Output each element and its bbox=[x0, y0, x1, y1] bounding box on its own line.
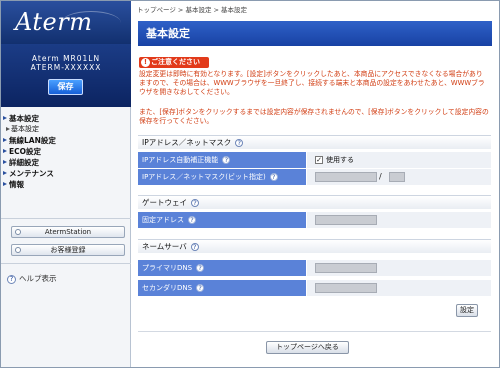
ip-auto-label: IPアドレス自動補正機能 bbox=[142, 156, 219, 164]
nav-item-advanced[interactable]: 詳細設定 bbox=[1, 157, 131, 168]
row-value: ✓ 使用する bbox=[307, 152, 491, 168]
row-label: IPアドレス／ネットマスク(ビット指定)? bbox=[138, 169, 306, 185]
dns-primary-label: プライマリDNS bbox=[142, 264, 193, 272]
nav-item-info[interactable]: 情報 bbox=[1, 179, 131, 190]
row-value: / bbox=[307, 169, 491, 185]
nav-item-label: メンテナンス bbox=[9, 169, 54, 178]
ip-address-input[interactable] bbox=[315, 172, 377, 182]
section-gateway-label: ゲートウェイ bbox=[142, 198, 187, 207]
nav-item-maintenance[interactable]: メンテナンス bbox=[1, 168, 131, 179]
help-icon[interactable]: ? bbox=[190, 243, 199, 251]
sidebar-divider bbox=[1, 218, 131, 219]
exclamation-icon: ! bbox=[141, 58, 150, 67]
back-to-top-button[interactable]: トップページへ戻る bbox=[266, 341, 349, 354]
row-ip-address: IPアドレス／ネットマスク(ビット指定)? / bbox=[138, 169, 491, 185]
section-gateway-heading: ゲートウェイ? bbox=[138, 195, 491, 209]
nav-arrow-icon bbox=[3, 171, 7, 175]
section-ip-label: IPアドレス／ネットマスク bbox=[142, 138, 232, 147]
ip-mask-separator: / bbox=[379, 172, 382, 181]
main-content: トップページ > 基本設定 > 基本設定 基本設定 ! ご注意ください 設定変更は… bbox=[133, 1, 499, 367]
caution-badge: ! ご注意ください bbox=[139, 57, 209, 68]
gateway-fixed-label: 固定アドレス bbox=[142, 216, 184, 224]
nav-item-label: 情報 bbox=[9, 180, 24, 189]
section-ip-heading: IPアドレス／ネットマスク? bbox=[138, 135, 491, 149]
customer-registration-label: お客様登録 bbox=[50, 246, 86, 254]
help-icon[interactable]: ? bbox=[191, 199, 199, 207]
help-icon: ? bbox=[7, 274, 16, 284]
nav-arrow-icon bbox=[3, 116, 7, 120]
notice-text: 設定変更は即時に有効となります。[設定]ボタンをクリックしたあと、本商品にアクセ… bbox=[139, 70, 485, 96]
breadcrumb: トップページ > 基本設定 > 基本設定 bbox=[137, 6, 248, 14]
row-ip-auto: IPアドレス自動補正機能? ✓ 使用する bbox=[138, 152, 491, 168]
dns-secondary-input[interactable] bbox=[315, 283, 377, 293]
row-label: IPアドレス自動補正機能? bbox=[138, 152, 306, 168]
page-title: 基本設定 bbox=[138, 21, 492, 46]
help-icon[interactable]: ? bbox=[222, 156, 231, 164]
row-dns-secondary: セカンダリDNS? bbox=[138, 280, 491, 296]
help-link[interactable]: ? ヘルプ表示 bbox=[7, 273, 57, 284]
help-icon[interactable]: ? bbox=[196, 284, 205, 292]
logo-swoosh-icon bbox=[61, 11, 121, 35]
nav-arrow-icon bbox=[3, 182, 7, 186]
ip-auto-checkbox-label: 使用する bbox=[326, 156, 354, 164]
dns-primary-input[interactable] bbox=[315, 263, 377, 273]
save-button[interactable]: 保存 bbox=[48, 79, 83, 95]
notice-text-save: また、[保存]ボタンをクリックするまでは設定内容が保存されませんので、[保存]ボ… bbox=[139, 108, 489, 125]
sidebar-nav: 基本設定 基本設定 無線LAN設定 ECO設定 詳細設定 メンテナンス 情報 bbox=[1, 113, 131, 190]
row-label: 固定アドレス? bbox=[138, 212, 306, 228]
row-value bbox=[307, 212, 491, 228]
row-dns-primary: プライマリDNS? bbox=[138, 260, 491, 276]
gateway-input[interactable] bbox=[315, 215, 377, 225]
nav-item-label: 詳細設定 bbox=[9, 158, 39, 167]
dns-secondary-label: セカンダリDNS bbox=[142, 284, 193, 292]
apply-button[interactable]: 設定 bbox=[456, 304, 478, 317]
radio-dot-icon bbox=[15, 247, 21, 253]
help-label: ヘルプ表示 bbox=[19, 274, 57, 283]
caution-label: ご注意ください bbox=[151, 58, 200, 66]
nav-arrow-icon bbox=[3, 160, 7, 164]
row-value bbox=[307, 280, 491, 296]
help-icon[interactable]: ? bbox=[196, 264, 205, 272]
ip-auto-checkbox[interactable]: ✓ bbox=[315, 156, 323, 164]
nav-item-label: ECO設定 bbox=[9, 147, 42, 156]
nav-item-wireless-lan[interactable]: 無線LAN設定 bbox=[1, 135, 131, 146]
nav-item-label: 基本設定 bbox=[9, 114, 39, 123]
nav-arrow-icon bbox=[3, 138, 7, 142]
section-dns-heading: ネームサーバ? bbox=[138, 239, 491, 253]
aterm-station-label: AtermStation bbox=[44, 228, 92, 236]
nav-sub-arrow-icon bbox=[6, 127, 10, 131]
sidebar: Aterm Aterm MR01LN ATERM-XXXXXX 保存 基本設定 … bbox=[1, 1, 131, 367]
model-name: Aterm MR01LN bbox=[31, 54, 101, 63]
nav-item-label: 無線LAN設定 bbox=[9, 136, 56, 145]
sidebar-divider bbox=[1, 263, 131, 264]
row-label: セカンダリDNS? bbox=[138, 280, 306, 296]
ip-address-label: IPアドレス／ネットマスク(ビット指定) bbox=[142, 173, 266, 181]
radio-dot-icon bbox=[15, 229, 21, 235]
nav-arrow-icon bbox=[3, 149, 7, 153]
customer-registration-button[interactable]: お客様登録 bbox=[11, 244, 125, 256]
logo-area: Aterm bbox=[1, 1, 131, 44]
help-icon[interactable]: ? bbox=[269, 173, 278, 181]
help-icon[interactable]: ? bbox=[235, 139, 244, 147]
row-label: プライマリDNS? bbox=[138, 260, 306, 276]
nav-subitem-basic-settings[interactable]: 基本設定 bbox=[1, 124, 131, 135]
nav-item-eco[interactable]: ECO設定 bbox=[1, 146, 131, 157]
nav-item-basic-settings[interactable]: 基本設定 bbox=[1, 113, 131, 124]
nav-item-label: 基本設定 bbox=[11, 125, 39, 133]
section-dns-label: ネームサーバ bbox=[142, 242, 187, 251]
model-id: ATERM-XXXXXX bbox=[30, 63, 102, 72]
netmask-input[interactable] bbox=[389, 172, 405, 182]
help-icon[interactable]: ? bbox=[188, 216, 196, 224]
model-area: Aterm MR01LN ATERM-XXXXXX 保存 bbox=[1, 44, 131, 107]
divider bbox=[138, 331, 491, 332]
row-value bbox=[307, 260, 491, 276]
aterm-station-button[interactable]: AtermStation bbox=[11, 226, 125, 238]
row-gateway-fixed: 固定アドレス? bbox=[138, 212, 491, 228]
